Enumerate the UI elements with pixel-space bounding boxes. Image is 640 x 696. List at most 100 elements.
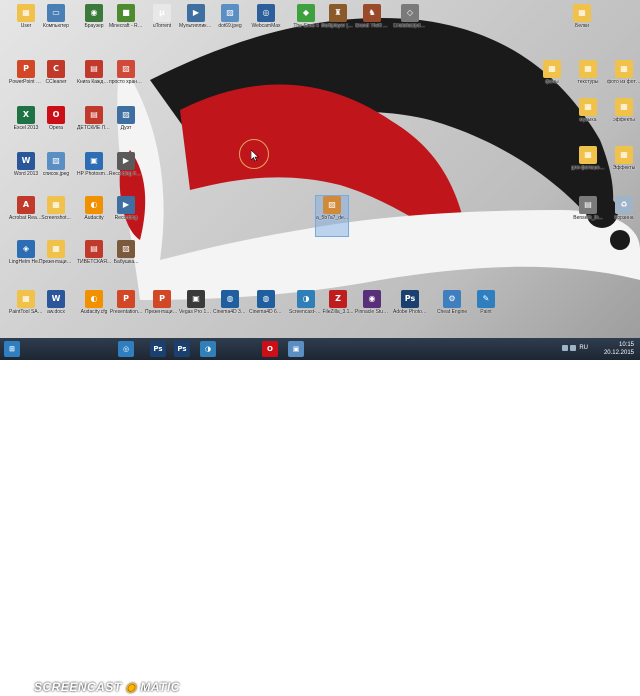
desktop-icon[interactable]: ⚙ Cheat Engine bbox=[436, 290, 468, 330]
desktop-icon[interactable]: ▦ для фотошопа2 bbox=[571, 146, 605, 186]
photoshop-icon[interactable]: Ps bbox=[150, 341, 166, 357]
desktop-icon[interactable]: PPowerPoint 2013 bbox=[9, 60, 43, 100]
desktop-icon-label: Презентации... bbox=[39, 259, 73, 265]
opera-icon[interactable]: O bbox=[262, 341, 278, 357]
desktop-icon[interactable]: ▦ Эффекты bbox=[608, 146, 640, 186]
powerpoint-icon: P bbox=[17, 60, 35, 78]
desktop-icon-label: PaintTool SAI Ru-san Pack bbox=[9, 309, 43, 315]
painttool-icon: ▦ bbox=[17, 290, 35, 308]
desktop-icon[interactable]: ▦ Презентации... bbox=[39, 240, 73, 280]
desktop-icon[interactable]: ◈LingHelm Heriachi bbox=[9, 240, 43, 280]
desktop-icon[interactable]: ▨ dot69.jpeg bbox=[214, 4, 246, 44]
desktop-icon[interactable]: ✎ Paint bbox=[470, 290, 502, 330]
desktop-icon[interactable]: ▦ фоны bbox=[536, 60, 568, 100]
desktop-icon[interactable]: ◐ Audacity.cfg bbox=[78, 290, 110, 330]
desktop-icon[interactable]: ▶Мультипликация... bbox=[179, 4, 213, 44]
desktop-icon[interactable]: ◎ WebcamMax bbox=[250, 4, 282, 44]
gta-icon: ♞ bbox=[363, 4, 381, 22]
image-file-icon: ▨ bbox=[47, 152, 65, 170]
desktop-icon[interactable]: ◉Pinnacle Studio 16 bbox=[355, 290, 389, 330]
desktop-icon-label: Книга Каждый ж... bbox=[77, 79, 111, 85]
desktop-icon[interactable]: ▤ Benseth_th... bbox=[572, 196, 604, 236]
desktop-icon-label: ТИВЕТСКАЯ... bbox=[77, 259, 111, 265]
desktop-icon[interactable]: ♞Grand Theft Auto San ... bbox=[355, 4, 389, 44]
hp-photosmart-icon: ▣ bbox=[85, 152, 103, 170]
paint-icon: ✎ bbox=[477, 290, 495, 308]
folder-icon: ▦ bbox=[47, 196, 65, 214]
desktop-icon[interactable]: P Презентация... bbox=[145, 290, 179, 330]
desktop-icon-label: Adobe Photosh... bbox=[393, 309, 427, 315]
desktop-icon[interactable]: ▦ эффекты bbox=[608, 98, 640, 138]
folder-icon: ▦ bbox=[615, 98, 633, 116]
desktop-icon[interactable]: Waw.docx bbox=[40, 290, 72, 330]
desktop-icon[interactable]: C CCleaner bbox=[40, 60, 72, 100]
desktop-icon[interactable]: AAcrobat Reader DC bbox=[9, 196, 43, 236]
desktop-icon-label: Pinnacle Studio 16 bbox=[355, 309, 389, 315]
cheat-engine-icon: ⚙ bbox=[443, 290, 461, 308]
desktop-icon[interactable]: ▦фото из фотошопа bbox=[607, 60, 640, 100]
desktop-icon[interactable]: ▨просто хранится_... bbox=[109, 60, 143, 100]
desktop-icon[interactable]: ▦ User bbox=[10, 4, 42, 44]
excel-icon: X bbox=[17, 106, 35, 124]
desktop-icon[interactable]: ◐ Audacity bbox=[78, 196, 110, 236]
desktop-icon[interactable]: O Opera bbox=[40, 106, 72, 146]
desktop-icon[interactable]: ▣ HP Photosma... bbox=[77, 152, 111, 192]
desktop-icon[interactable]: ▦ музыка bbox=[572, 98, 604, 138]
desktop-icon-label: HP Photosma... bbox=[77, 171, 111, 177]
desktop-icon[interactable]: ▦ текстуры bbox=[572, 60, 604, 100]
desktop-icon-label: Screenshot... bbox=[41, 215, 71, 221]
desktop-icon-label: dot69.jpeg bbox=[218, 23, 242, 29]
desktop-icon[interactable]: ▶Recording #21.mp4 bbox=[109, 152, 143, 192]
screencast-icon[interactable]: ◑ bbox=[200, 341, 216, 357]
desktop-icon[interactable]: ▦ Screenshot... bbox=[40, 196, 72, 236]
folder-icon: ▦ bbox=[543, 60, 561, 78]
pdf-file-icon: ▤ bbox=[85, 60, 103, 78]
desktop-icon[interactable]: ♜Multiplayer [0.3e] bbox=[321, 4, 355, 44]
desktop-icon[interactable]: X Excel 2013 bbox=[10, 106, 42, 146]
system-clock[interactable]: 10:15 20.12.2015 bbox=[604, 341, 634, 357]
desktop-icon[interactable]: ◇CristaliaUpdater.exe bbox=[393, 4, 427, 44]
desktop-icon[interactable]: ▤ДЕТСКИЕ ЛИТЕРАТ... bbox=[77, 106, 111, 146]
desktop-icon[interactable]: PsAdobe Photosh... bbox=[393, 290, 427, 330]
desktop-icon[interactable]: ■Minecraft - Ru-M.org bbox=[109, 4, 143, 44]
desktop-icon-label: Audacity bbox=[84, 215, 104, 221]
desktop-icon[interactable]: ▤Книга Каждый ж... bbox=[77, 60, 111, 100]
desktop-icon[interactable]: ◆ The Sims 4 bbox=[290, 4, 322, 44]
desktop-icon[interactable]: ◉ Браузер bbox=[78, 4, 110, 44]
clock-date: 20.12.2015 bbox=[603, 350, 634, 356]
files-icon[interactable]: ▣ bbox=[288, 341, 304, 357]
network-icon[interactable] bbox=[562, 345, 568, 351]
desktop-icon[interactable]: ▨ Дуэт bbox=[110, 106, 142, 146]
desktop-icon[interactable]: ▨ список.jpeg bbox=[40, 152, 72, 192]
folder-icon: ▦ bbox=[615, 146, 633, 164]
desktop-icon[interactable]: ◍ Cinema4D 64bit bbox=[249, 290, 283, 330]
desktop-icon[interactable]: ♻ Корзина bbox=[608, 196, 640, 236]
desktop-icon[interactable]: ▶ Recording bbox=[110, 196, 142, 236]
desktop-icon[interactable]: ◑Screencast-O-Matic 2 bbox=[289, 290, 323, 330]
photoshop-icon[interactable]: Ps bbox=[174, 341, 190, 357]
desktop-icon[interactable]: P Presentation... bbox=[110, 290, 142, 330]
document-icon: ▤ bbox=[85, 106, 103, 124]
desktop-icon[interactable]: ▣Vegas Pro 13.0 (64-bit) bbox=[179, 290, 213, 330]
pinnacle-icon: ◉ bbox=[363, 290, 381, 308]
word-doc-icon: W bbox=[47, 290, 65, 308]
desktop-icon[interactable]: ▭ Компьютер bbox=[40, 4, 72, 44]
desktop-icon-label: Vegas Pro 13.0 (64-bit) bbox=[179, 309, 213, 315]
start-icon[interactable]: ⊞ bbox=[4, 341, 20, 357]
photoshop-icon: Ps bbox=[401, 290, 419, 308]
desktop-icon[interactable]: ▦PaintTool SAI Ru-san Pack bbox=[9, 290, 43, 330]
desktop-icon[interactable]: ▦ Белки bbox=[566, 4, 598, 44]
desktop-icon-label: The Sims 4 bbox=[293, 23, 319, 29]
desktop-icon[interactable]: W Word 2013 bbox=[10, 152, 42, 192]
volume-icon[interactable] bbox=[570, 345, 576, 351]
desktop-icon[interactable]: ▤ ТИВЕТСКАЯ... bbox=[77, 240, 111, 280]
language-indicator[interactable]: RU bbox=[579, 345, 588, 351]
folder-icon: ▦ bbox=[573, 4, 591, 22]
desktop-icon[interactable]: ◍ Cinema4D 32bit bbox=[213, 290, 247, 330]
desktop-icon-label: Презентация... bbox=[145, 309, 179, 315]
desktop-icon[interactable]: Z FileZilla_3.1... bbox=[322, 290, 354, 330]
desktop-icon[interactable]: µ uTorrent bbox=[146, 4, 178, 44]
desktop-icon[interactable]: ▨ a_5b7a7_de... bbox=[315, 195, 349, 237]
chrome-icon[interactable]: ◎ bbox=[118, 341, 134, 357]
desktop-icon[interactable]: ▨ Бабушка... bbox=[110, 240, 142, 280]
